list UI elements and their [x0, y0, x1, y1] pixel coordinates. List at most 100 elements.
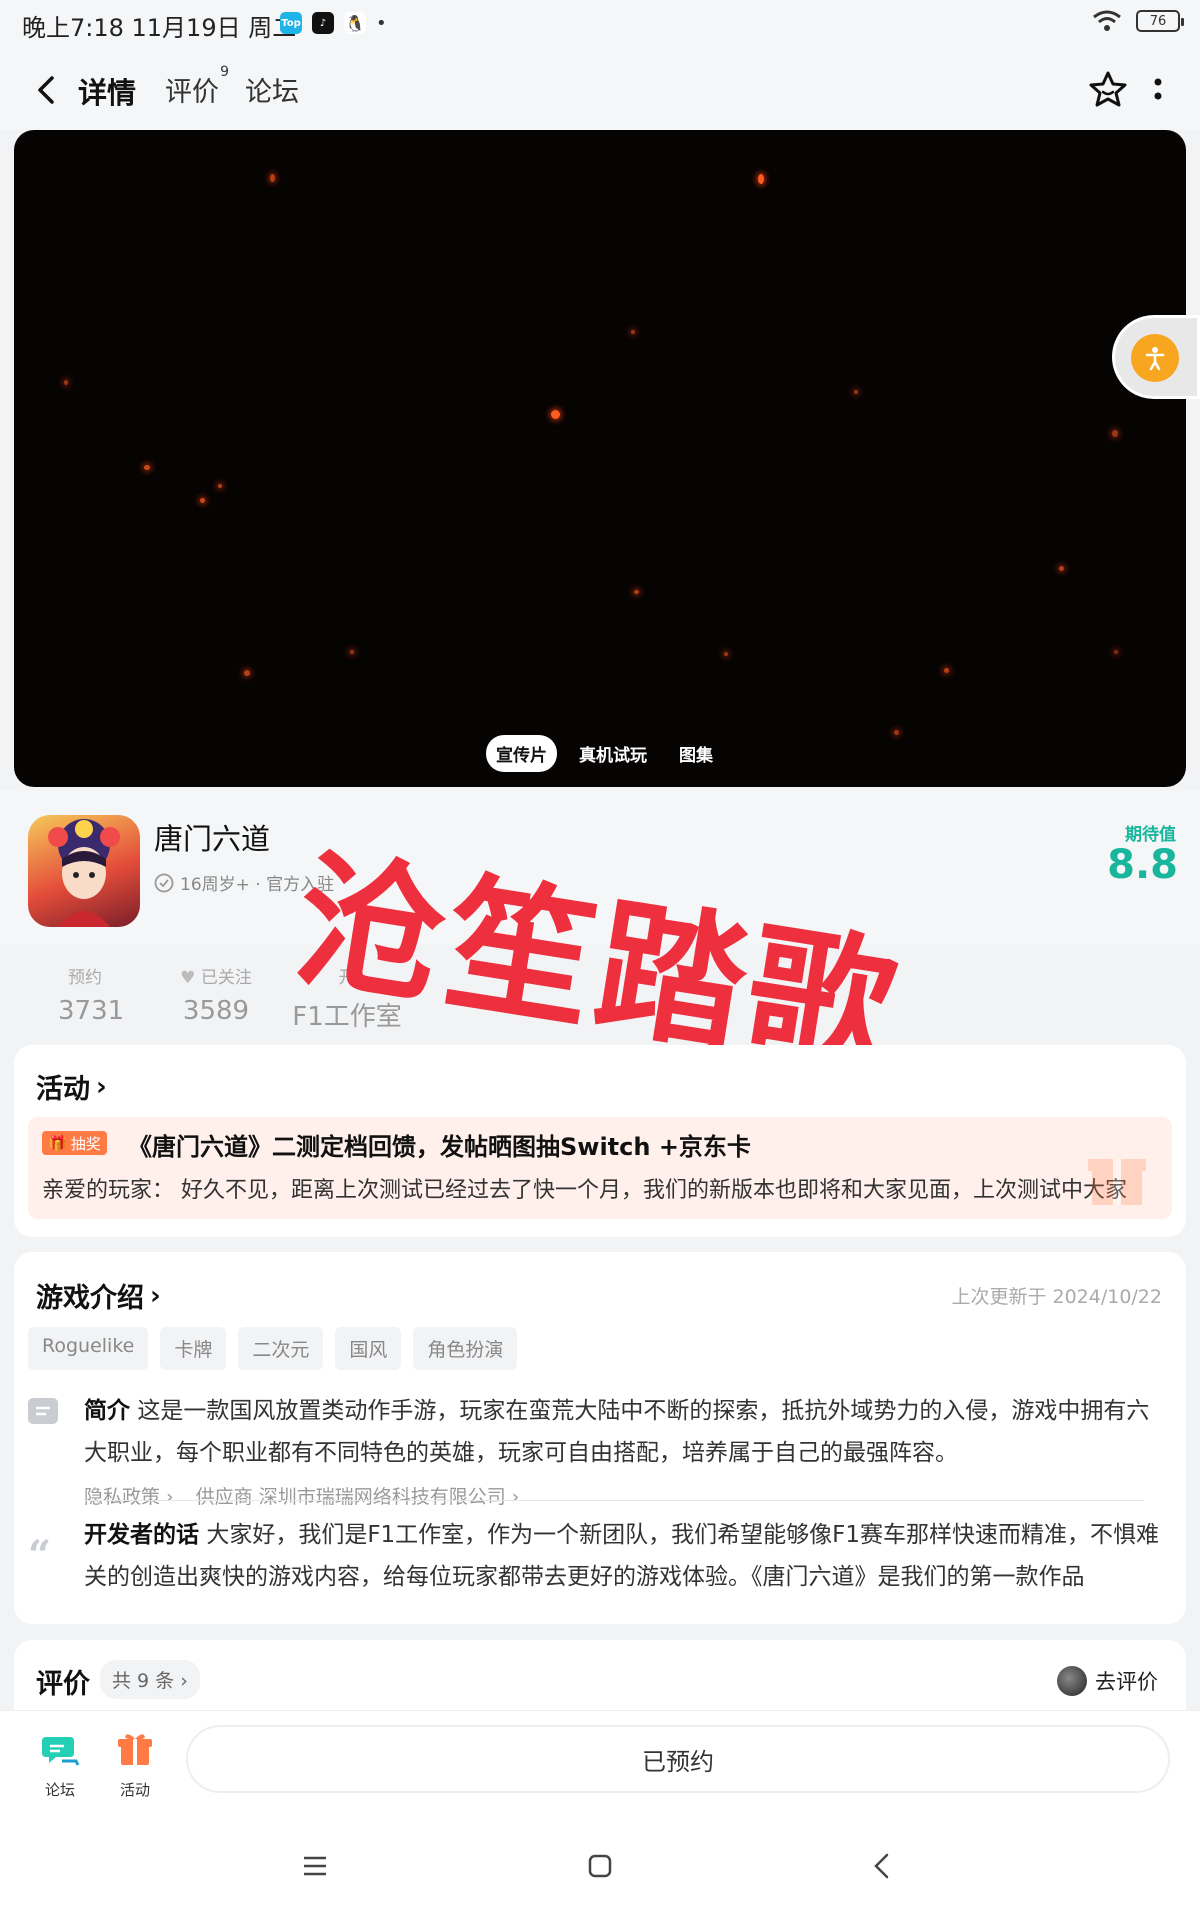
stat-label-text: 已关注 [200, 968, 252, 988]
top-app-icon: Top [280, 12, 302, 34]
review-title-text: 评价 [36, 1669, 90, 1700]
tab-forum-label: 论坛 [245, 77, 299, 108]
ember-particle [634, 590, 639, 594]
stat-value: 3731 [58, 996, 125, 1026]
video-tab-gameplay[interactable]: 真机试玩 [569, 735, 657, 772]
activity-item[interactable]: 🎁 抽奖 《唐门六道》二测定档回馈，发帖晒图抽Switch +京东卡 亲爱的玩家… [28, 1117, 1172, 1219]
game-header: 唐门六道 16周岁+ · 官方入驻 期待值 8.8 [0, 790, 1200, 945]
summary-label: 简介 [84, 1398, 130, 1424]
chevron-right-icon: › [96, 1071, 107, 1102]
wifi-icon [1093, 10, 1121, 31]
system-menu-icon[interactable] [300, 1851, 330, 1881]
update-time: 上次更新于 2024/10/22 [951, 1286, 1162, 1308]
forum-button[interactable]: 论坛 [30, 1729, 90, 1800]
video-tab-gallery[interactable]: 图集 [669, 735, 723, 772]
stat-developer[interactable]: 开 F1工作室 [292, 963, 402, 1033]
ember-particle [1112, 430, 1118, 437]
avatar [1057, 1666, 1087, 1696]
system-back-icon[interactable] [868, 1851, 898, 1881]
genre-tags: Roguelike 卡牌 二次元 国风 角色扮演 [28, 1327, 518, 1370]
gift-icon [118, 1734, 152, 1765]
summary-body: 这是一款国风放置类动作手游，玩家在蛮荒大陆中不断的探索，抵抗外域势力的入侵，游戏… [84, 1398, 1150, 1466]
reserved-button[interactable]: 已预约 [186, 1725, 1170, 1793]
accessibility-float-button[interactable] [1112, 315, 1200, 399]
genre-tag[interactable]: 角色扮演 [413, 1327, 518, 1370]
bottom-action-bar: 论坛 活动 已预约 [0, 1710, 1200, 1920]
privacy-policy-link[interactable]: 隐私政策 › [84, 1482, 174, 1509]
supplier-link[interactable]: 供应商 深圳市瑞瑞网络科技有限公司 › [196, 1482, 520, 1509]
developer-note[interactable]: 开发者的话 大家好，我们是F1工作室，作为一个新团队，我们希望能够像F1赛车那样… [84, 1514, 1168, 1598]
supplier-label: 供应商 深圳市瑞瑞网络科技有限公司 [195, 1486, 506, 1508]
tab-details-label: 详情 [78, 76, 137, 110]
activity-title-text: 活动 [36, 1074, 90, 1105]
genre-tag[interactable]: 二次元 [238, 1327, 324, 1370]
go-review-button[interactable]: 去评价 [1057, 1666, 1158, 1696]
ember-particle [854, 390, 858, 394]
activity-card: 活动 › 🎁 抽奖 《唐门六道》二测定档回馈，发帖晒图抽Switch +京东卡 … [14, 1045, 1186, 1237]
status-time: 晚上7:18 11月19日 周二 [22, 14, 297, 42]
activity-label: 活动 [119, 1781, 150, 1799]
favorite-star-icon[interactable] [1086, 68, 1130, 112]
status-bar: 晚上7:18 11月19日 周二 Top ♪ 🐧 • 76 [0, 0, 1200, 50]
lottery-tag: 🎁 抽奖 [42, 1131, 107, 1155]
stat-value: F1工作室 [292, 1002, 402, 1032]
activity-title: 《唐门六道》二测定档回馈，发帖晒图抽Switch +京东卡 [128, 1133, 751, 1161]
forum-chat-icon [42, 1737, 80, 1766]
expect-score: 8.8 [1107, 842, 1178, 888]
stat-value: 3589 [182, 996, 250, 1026]
activity-section-title[interactable]: 活动 › [36, 1067, 107, 1106]
tab-forum[interactable]: 论坛 [245, 70, 299, 109]
activity-desc: 亲爱的玩家： 好久不见，距离上次测试已经过去了快一个月，我们的新版本也即将和大家… [42, 1178, 1127, 1203]
more-notifications-icon: • [376, 12, 387, 34]
status-right: 76 [1092, 10, 1184, 32]
stat-label: ♥ 已关注 [176, 963, 256, 988]
ember-particle [1114, 650, 1118, 654]
ember-particle [1059, 566, 1064, 571]
video-media-tabs: 宣传片 真机试玩 图集 [486, 735, 723, 772]
genre-tag[interactable]: 国风 [335, 1327, 402, 1370]
game-title: 唐门六道 [154, 822, 271, 856]
tab-reviews-label: 评价 [165, 77, 219, 108]
activity-button[interactable]: 活动 [105, 1729, 165, 1800]
ember-particle [218, 484, 222, 488]
review-count-text: 共 9 条 [112, 1670, 175, 1692]
developer-note-label: 开发者的话 [84, 1522, 199, 1548]
game-app-icon[interactable] [28, 815, 140, 927]
stat-label: 预约 [68, 968, 102, 988]
ember-particle [244, 670, 250, 676]
gift-decoration-icon [1088, 1159, 1146, 1205]
battery-level: 76 [1149, 13, 1167, 29]
forum-label: 论坛 [44, 1781, 75, 1799]
policy-links: 隐私政策 › 供应商 深圳市瑞瑞网络科技有限公司 › [84, 1482, 519, 1509]
ember-particle [944, 668, 949, 673]
divider [84, 1500, 1144, 1501]
status-app-icons: Top ♪ 🐧 • [280, 12, 387, 34]
more-options-icon[interactable] [1152, 76, 1164, 106]
ember-particle [270, 174, 275, 182]
accessibility-icon [1131, 334, 1179, 382]
ember-particle [758, 174, 764, 184]
game-intro-card: 游戏介绍 › 上次更新于 2024/10/22 Roguelike 卡牌 二次元… [14, 1252, 1186, 1624]
quote-icon: “ [28, 1532, 52, 1579]
promo-video-player[interactable]: 宣传片 真机试玩 图集 [14, 130, 1186, 787]
review-count-pill[interactable]: 共 9 条 › [100, 1660, 200, 1699]
intro-summary-text: 简介 这是一款国风放置类动作手游，玩家在蛮荒大陆中不断的探索，抵抗外域势力的入侵… [84, 1390, 1168, 1474]
top-nav: 详情 评价 9 论坛 [0, 50, 1200, 130]
review-section-title: 评价 [36, 1662, 90, 1701]
game-meta: 16周岁+ · 官方入驻 [154, 870, 334, 895]
genre-tag[interactable]: 卡牌 [160, 1327, 227, 1370]
ember-particle [724, 652, 728, 656]
ember-particle [350, 650, 354, 654]
ember-particle [894, 730, 899, 735]
privacy-policy-label: 隐私政策 [84, 1486, 161, 1508]
intro-section-title[interactable]: 游戏介绍 › [36, 1276, 161, 1315]
go-review-label: 去评价 [1095, 1670, 1158, 1694]
ember-particle [200, 498, 205, 503]
system-home-icon[interactable] [585, 1851, 615, 1881]
tab-reviews[interactable]: 评价 9 [165, 64, 229, 109]
genre-tag[interactable]: Roguelike [28, 1327, 149, 1370]
lottery-tag-text: 抽奖 [70, 1134, 101, 1153]
back-icon[interactable] [30, 72, 66, 108]
tab-details[interactable]: 详情 [76, 70, 139, 112]
video-tab-trailer[interactable]: 宣传片 [486, 735, 557, 772]
